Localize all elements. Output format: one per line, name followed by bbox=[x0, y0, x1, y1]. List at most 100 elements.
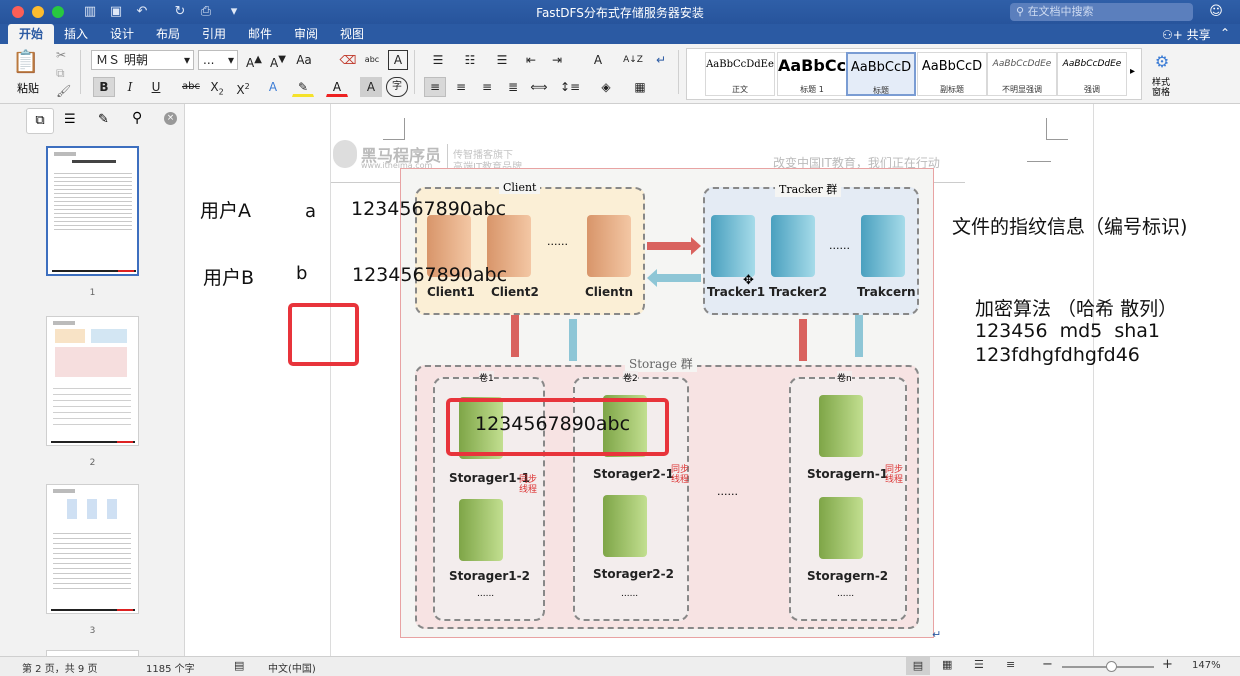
page-thumbnail-1[interactable] bbox=[46, 146, 139, 276]
boxed-hash: 1234567890abc bbox=[475, 413, 631, 435]
highlight-icon[interactable]: ✎ bbox=[292, 77, 314, 97]
style-heading-1[interactable]: AaBbCc 标题 1 bbox=[777, 52, 847, 96]
numbering-icon[interactable]: ☷ bbox=[456, 50, 484, 70]
increase-indent-icon[interactable]: ⇥ bbox=[546, 50, 568, 70]
styles-more-icon[interactable]: ▸ bbox=[1130, 66, 1135, 77]
storage-label: Storager1-1 bbox=[449, 471, 530, 485]
zoom-level[interactable]: 147% bbox=[1192, 660, 1221, 671]
proofing-icon[interactable]: ▤ bbox=[234, 659, 244, 672]
style-title[interactable]: AaBbCcD 标题 bbox=[846, 52, 916, 96]
align-center-icon[interactable]: ≡ bbox=[450, 77, 472, 97]
style-subtitle[interactable]: AaBbCcD 副标题 bbox=[917, 52, 987, 96]
search-placeholder: 在文档中搜索 bbox=[1027, 5, 1094, 18]
justify-icon[interactable]: ≣ bbox=[502, 77, 524, 97]
multilevel-list-icon[interactable]: ☰ bbox=[488, 50, 516, 70]
font-size-select[interactable]: ... ▾ bbox=[198, 50, 238, 70]
tab-view[interactable]: 视图 bbox=[332, 24, 372, 44]
chevron-down-icon: ▾ bbox=[227, 53, 234, 67]
tab-design[interactable]: 设计 bbox=[102, 24, 142, 44]
decrease-indent-icon[interactable]: ⇤ bbox=[520, 50, 542, 70]
print-icon[interactable]: ⎙ bbox=[198, 4, 214, 20]
style-name: 正文 bbox=[732, 85, 748, 94]
close-window-button[interactable] bbox=[12, 6, 24, 18]
italic-button[interactable]: I bbox=[119, 77, 141, 97]
zoom-out-icon[interactable]: − bbox=[1042, 657, 1053, 672]
distributed-icon[interactable]: ⟺ bbox=[528, 77, 550, 97]
customize-toolbar-icon[interactable]: ▾ bbox=[226, 4, 242, 20]
subscript-button[interactable]: X2 bbox=[206, 77, 228, 97]
share-button[interactable]: ⚇+ 共享 bbox=[1162, 26, 1211, 43]
character-shading-icon[interactable]: A bbox=[360, 77, 382, 97]
outline-tab-icon[interactable]: ☰ bbox=[64, 112, 76, 127]
sort-icon[interactable]: A↓Z bbox=[622, 50, 644, 70]
paste-icon[interactable]: 📋 bbox=[8, 50, 44, 80]
styles-pane-button[interactable]: 样式 窗格 bbox=[1146, 78, 1176, 98]
tab-mailings[interactable]: 邮件 bbox=[240, 24, 280, 44]
borders-icon[interactable]: ▦ bbox=[626, 77, 654, 97]
tab-review[interactable]: 审阅 bbox=[286, 24, 326, 44]
enclose-character-icon[interactable]: 字 bbox=[386, 77, 408, 97]
font-name-select[interactable]: ＭＳ 明朝 ▾ bbox=[91, 50, 194, 70]
tab-layout[interactable]: 布局 bbox=[148, 24, 188, 44]
close-icon[interactable]: × bbox=[164, 112, 177, 125]
cut-icon[interactable]: ✂ bbox=[56, 48, 66, 62]
outline-view-icon[interactable]: ☰ bbox=[974, 658, 984, 671]
tab-insert[interactable]: 插入 bbox=[56, 24, 96, 44]
sidebar-toggle-icon[interactable]: ▥ bbox=[82, 4, 98, 20]
comments-tab-icon[interactable]: ✎ bbox=[98, 112, 109, 127]
character-border-icon[interactable]: A bbox=[388, 50, 408, 70]
redo-icon[interactable]: ↻ bbox=[172, 4, 188, 20]
zoom-window-button[interactable] bbox=[52, 6, 64, 18]
format-painter-icon[interactable]: 🖌 bbox=[56, 84, 71, 98]
show-formatting-icon[interactable]: ↵ bbox=[650, 50, 672, 70]
zoom-in-icon[interactable]: + bbox=[1162, 657, 1173, 672]
align-left-icon[interactable]: ≡ bbox=[424, 77, 446, 97]
clear-formatting-icon[interactable]: ⌫ bbox=[338, 50, 358, 70]
shading-icon[interactable]: ◈ bbox=[592, 77, 620, 97]
underline-button[interactable]: U bbox=[145, 77, 167, 97]
tracker-group-label: Tracker 群 bbox=[775, 181, 842, 197]
change-case-icon[interactable]: Aa bbox=[294, 50, 314, 70]
print-layout-icon[interactable]: ▤ bbox=[906, 657, 930, 675]
strikethrough-button[interactable]: abc bbox=[180, 77, 202, 97]
asian-layout-icon[interactable]: A bbox=[584, 50, 612, 70]
upload-arrow bbox=[511, 315, 519, 357]
styles-pane-icon[interactable]: ⚙ bbox=[1150, 52, 1174, 74]
zoom-slider-thumb[interactable] bbox=[1106, 661, 1117, 672]
collapse-ribbon-icon[interactable]: ⌃ bbox=[1220, 26, 1230, 40]
superscript-button[interactable]: X2 bbox=[232, 77, 254, 97]
line-spacing-icon[interactable]: ↕≡ bbox=[556, 77, 584, 97]
undo-icon[interactable]: ↶ bbox=[134, 4, 150, 20]
word-count[interactable]: 1185 个字 bbox=[146, 660, 195, 675]
request-arrow bbox=[647, 242, 691, 250]
shrink-font-button[interactable]: A▼ bbox=[268, 50, 288, 70]
ellipsis: ...... bbox=[717, 485, 738, 498]
draft-view-icon[interactable]: ≡ bbox=[1006, 658, 1015, 671]
arrow-head bbox=[691, 237, 701, 255]
style-emphasis[interactable]: AaBbCcDdEe 强调 bbox=[1057, 52, 1127, 96]
minimize-window-button[interactable] bbox=[32, 6, 44, 18]
phonetic-guide-icon[interactable]: abc bbox=[362, 50, 382, 70]
bold-button[interactable]: B bbox=[93, 77, 115, 97]
client-label: Clientn bbox=[585, 285, 633, 299]
style-subtle-emphasis[interactable]: AaBbCcDdEe 不明显强调 bbox=[987, 52, 1057, 96]
account-icon[interactable]: ☺ bbox=[1207, 4, 1225, 20]
language-status[interactable]: 中文(中国) bbox=[268, 660, 316, 675]
search-icon[interactable]: ⚲ bbox=[132, 110, 142, 126]
tab-home[interactable]: 开始 bbox=[8, 24, 54, 44]
thumbnails-tab-icon[interactable]: ⧉ bbox=[26, 108, 54, 134]
tab-references[interactable]: 引用 bbox=[194, 24, 234, 44]
align-right-icon[interactable]: ≡ bbox=[476, 77, 498, 97]
style-normal[interactable]: AaBbCcDdEe 正文 bbox=[705, 52, 775, 96]
grow-font-button[interactable]: A▲ bbox=[244, 50, 264, 70]
save-icon[interactable]: ▣ bbox=[108, 4, 124, 20]
page-thumbnail-3[interactable] bbox=[46, 484, 139, 614]
page-thumbnail-2[interactable] bbox=[46, 316, 139, 446]
text-effects-icon[interactable]: A bbox=[262, 77, 284, 97]
copy-icon[interactable]: ⧉ bbox=[56, 66, 65, 81]
search-input[interactable]: ⚲ 在文档中搜索 bbox=[1010, 3, 1193, 21]
web-layout-icon[interactable]: ▦ bbox=[942, 658, 952, 671]
font-color-icon[interactable]: A bbox=[326, 77, 348, 97]
page-count[interactable]: 第 2 页，共 9 页 bbox=[22, 660, 97, 675]
bullets-icon[interactable]: ☰ bbox=[424, 50, 452, 70]
